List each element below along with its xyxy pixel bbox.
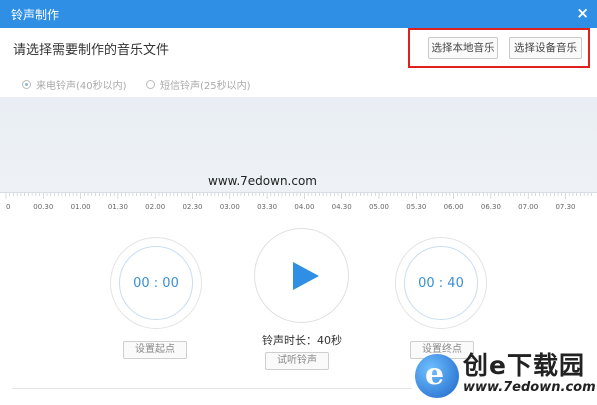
radio-sms-ringtone[interactable]: 短信铃声(25秒以内): [146, 77, 251, 92]
play-icon: [293, 262, 319, 290]
timeline-tick-label: 01.30: [108, 203, 128, 211]
set-start-button[interactable]: 设置起点: [123, 341, 187, 359]
window-title: 铃声制作: [11, 8, 60, 22]
close-icon[interactable]: ×: [576, 4, 589, 22]
timeline-tick-label: 05.00: [369, 203, 389, 211]
radio-label: 来电铃声(40秒以内): [36, 81, 127, 92]
timeline-tick-label: 04.00: [294, 203, 314, 211]
watermark-text: www.7edown.com: [208, 174, 317, 188]
end-time-dial[interactable]: 00 : 40: [395, 237, 487, 329]
timeline-tick-label: 03.30: [257, 203, 277, 211]
timeline-tick-label: 02.30: [182, 203, 202, 211]
site-logo: e 创e下载园 www.7edown.com: [413, 340, 596, 402]
ringtone-duration: 铃声时长：40秒: [262, 334, 342, 347]
start-time-value: 00 : 00: [133, 276, 179, 291]
timeline-tick-label: 0: [6, 203, 10, 211]
radio-label: 短信铃声(25秒以内): [160, 81, 251, 92]
timeline-tick-label: 07.30: [555, 203, 575, 211]
logo-emblem-letter: e: [425, 357, 445, 392]
select-local-music-button[interactable]: 选择本地音乐: [428, 37, 498, 59]
timeline-tick-label: 06.00: [444, 203, 464, 211]
timeline-tick-label: 04.30: [332, 203, 352, 211]
radio-selected-icon: [22, 80, 31, 89]
logo-emblem-icon: e: [415, 354, 459, 398]
select-device-music-button[interactable]: 选择设备音乐: [509, 37, 582, 59]
divider: [12, 388, 412, 389]
end-time-value: 00 : 40: [418, 276, 464, 291]
timeline-tick-label: 07.00: [518, 203, 538, 211]
timeline-tick-label: 02.00: [145, 203, 165, 211]
timeline-tick-label: 05.30: [406, 203, 426, 211]
preview-ringtone-button[interactable]: 试听铃声: [265, 352, 329, 370]
logo-url: www.7edown.com: [463, 380, 596, 395]
timeline-tick-label: 03.00: [220, 203, 240, 211]
window-titlebar: 铃声制作 ×: [0, 0, 597, 28]
timeline-tick-label: 06.30: [481, 203, 501, 211]
timeline-tick-label: 01.00: [71, 203, 91, 211]
page-heading: 请选择需要制作的音乐文件: [13, 43, 170, 58]
timeline-tick-label: 00.30: [33, 203, 53, 211]
logo-brand: 创e下载园: [463, 351, 585, 380]
start-time-dial[interactable]: 00 : 00: [110, 237, 202, 329]
play-button[interactable]: [254, 228, 349, 323]
timeline-ruler: 0 00.30 01.00 01.30 02.00 02.30 03.00 03.30 04.0…: [0, 192, 597, 214]
timeline-svg: 0 00.30 01.00 01.30 02.00 02.30 03.00 03.30 04.0…: [5, 193, 592, 211]
radio-unselected-icon: [146, 80, 155, 89]
radio-call-ringtone[interactable]: 来电铃声(40秒以内): [22, 77, 127, 92]
